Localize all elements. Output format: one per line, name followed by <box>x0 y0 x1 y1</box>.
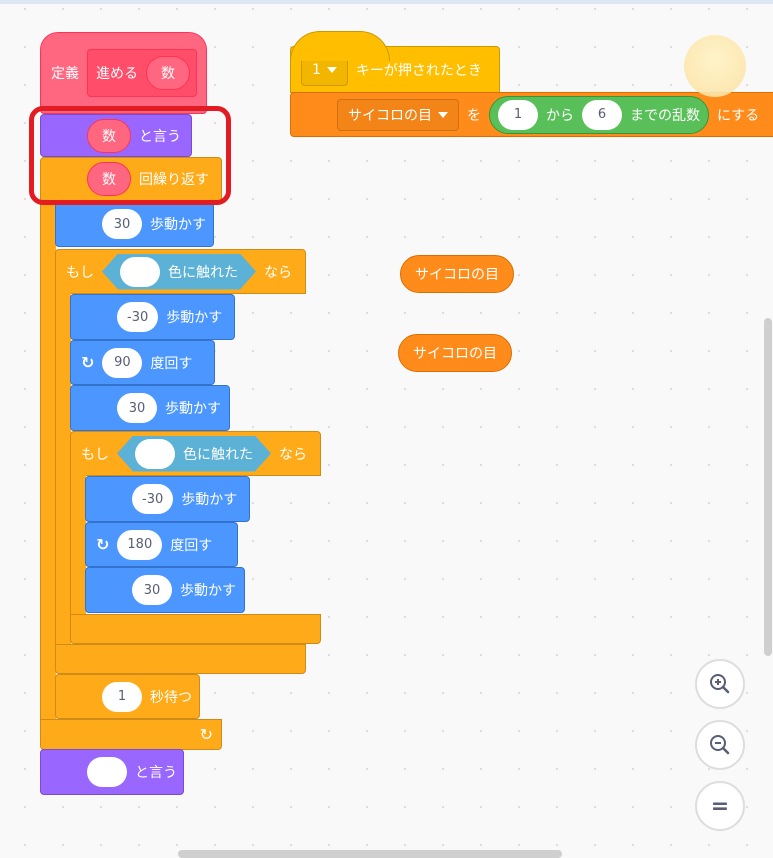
repeat-arm <box>40 200 56 720</box>
steps-input[interactable]: 30 <box>117 393 157 423</box>
if-block[interactable]: もし 色に触れた なら <box>70 431 321 476</box>
move-label: 歩動かす <box>166 310 223 326</box>
wait-block[interactable]: 1 秒待つ <box>55 674 200 719</box>
hat-label: キーが押されたとき <box>355 62 482 79</box>
if-label: もし <box>66 264 94 281</box>
say-block[interactable]: と言う <box>40 749 184 795</box>
repeat-arrow-icon: ↻ <box>199 725 213 744</box>
dropdown-arrow-icon <box>438 111 448 118</box>
to-input[interactable]: 6 <box>582 99 622 130</box>
code-workspace[interactable]: 定義 進める 数 数 と言う 数 回繰り返す ↻ 30 歩動かす もし 色に触れ… <box>0 0 773 858</box>
move-block[interactable]: 30 歩動かす <box>55 201 214 247</box>
zoom-in-button[interactable] <box>695 659 745 709</box>
touching-color-label: 色に触れた <box>183 446 253 463</box>
if-arm <box>55 293 71 645</box>
set-variable-block[interactable]: サイコロの目 を 1 から 6 までの乱数 にする <box>290 92 773 137</box>
degrees-input[interactable]: 180 <box>117 529 163 560</box>
to-label: を <box>467 107 481 124</box>
if-block[interactable]: もし 色に触れた なら <box>55 249 306 294</box>
set-suffix-label: にする <box>717 107 760 124</box>
then-label: なら <box>264 264 292 281</box>
steps-input[interactable]: 30 <box>102 209 142 239</box>
from-label: から <box>546 107 574 124</box>
variable-reporter[interactable]: サイコロの目 <box>398 334 512 372</box>
rotate-right-icon: ↻ <box>96 535 110 554</box>
custom-block-name: 進める <box>96 66 138 82</box>
variable-dropdown[interactable]: サイコロの目 <box>337 98 459 131</box>
move-label: 歩動かす <box>150 217 206 233</box>
param-reporter[interactable]: 数 <box>146 56 190 90</box>
wait-label: 秒待つ <box>150 689 192 706</box>
message-input[interactable] <box>87 757 127 787</box>
sprite-thumbnail <box>684 35 746 97</box>
touching-color-label: 色に触れた <box>168 264 238 281</box>
define-label: 定義 <box>51 66 79 82</box>
custom-block-prototype[interactable]: 進める 数 <box>87 49 197 97</box>
zoom-reset-button[interactable]: = <box>695 781 745 831</box>
variable-reporter[interactable]: サイコロの目 <box>400 255 514 293</box>
zoom-out-button[interactable] <box>695 720 745 770</box>
steps-input[interactable]: 30 <box>132 575 172 605</box>
zoom-in-icon <box>710 674 730 694</box>
repeat-bottom: ↻ <box>40 719 222 750</box>
move-label: 歩動かす <box>180 583 236 599</box>
degrees-input[interactable]: 90 <box>102 347 143 378</box>
if-label: もし <box>81 446 109 463</box>
variable-name: サイコロの目 <box>348 107 432 124</box>
turn-right-block[interactable]: ↻ 180 度回す <box>85 522 238 567</box>
dropdown-arrow-icon <box>326 66 337 73</box>
rotate-right-icon: ↻ <box>81 353 95 372</box>
move-block[interactable]: -30 歩動かす <box>70 294 235 340</box>
move-block[interactable]: -30 歩動かす <box>85 476 250 522</box>
turn-label: 度回す <box>150 355 193 372</box>
seconds-input[interactable]: 1 <box>102 681 142 712</box>
steps-input[interactable]: -30 <box>132 484 174 514</box>
steps-input[interactable]: -30 <box>117 302 159 332</box>
if-bottom <box>70 614 321 644</box>
equals-icon: = <box>710 793 730 819</box>
key-value: 1 <box>312 61 321 78</box>
if-bottom <box>55 644 306 674</box>
touching-color-block[interactable]: 色に触れた <box>102 254 256 290</box>
define-block[interactable]: 定義 進める 数 <box>40 32 207 114</box>
from-input[interactable]: 1 <box>498 99 538 130</box>
turn-label: 度回す <box>170 537 213 554</box>
vertical-scrollbar[interactable] <box>764 318 772 656</box>
hat-cap <box>290 31 390 61</box>
move-label: 歩動かす <box>181 492 238 508</box>
color-swatch[interactable] <box>135 439 175 469</box>
move-block[interactable]: 30 歩動かす <box>70 385 230 431</box>
then-label: なら <box>279 446 307 463</box>
zoom-out-icon <box>710 735 730 755</box>
if-arm <box>70 475 86 615</box>
say-label: と言う <box>135 765 177 781</box>
touching-color-block[interactable]: 色に触れた <box>117 436 271 472</box>
move-label: 歩動かす <box>165 401 221 417</box>
highlight-box <box>29 106 231 205</box>
random-label: までの乱数 <box>630 107 700 124</box>
color-swatch[interactable] <box>120 257 160 287</box>
horizontal-scrollbar[interactable] <box>178 850 562 858</box>
turn-right-block[interactable]: ↻ 90 度回す <box>70 340 215 385</box>
move-block[interactable]: 30 歩動かす <box>85 567 245 613</box>
pick-random-block[interactable]: 1 から 6 までの乱数 <box>489 95 709 134</box>
